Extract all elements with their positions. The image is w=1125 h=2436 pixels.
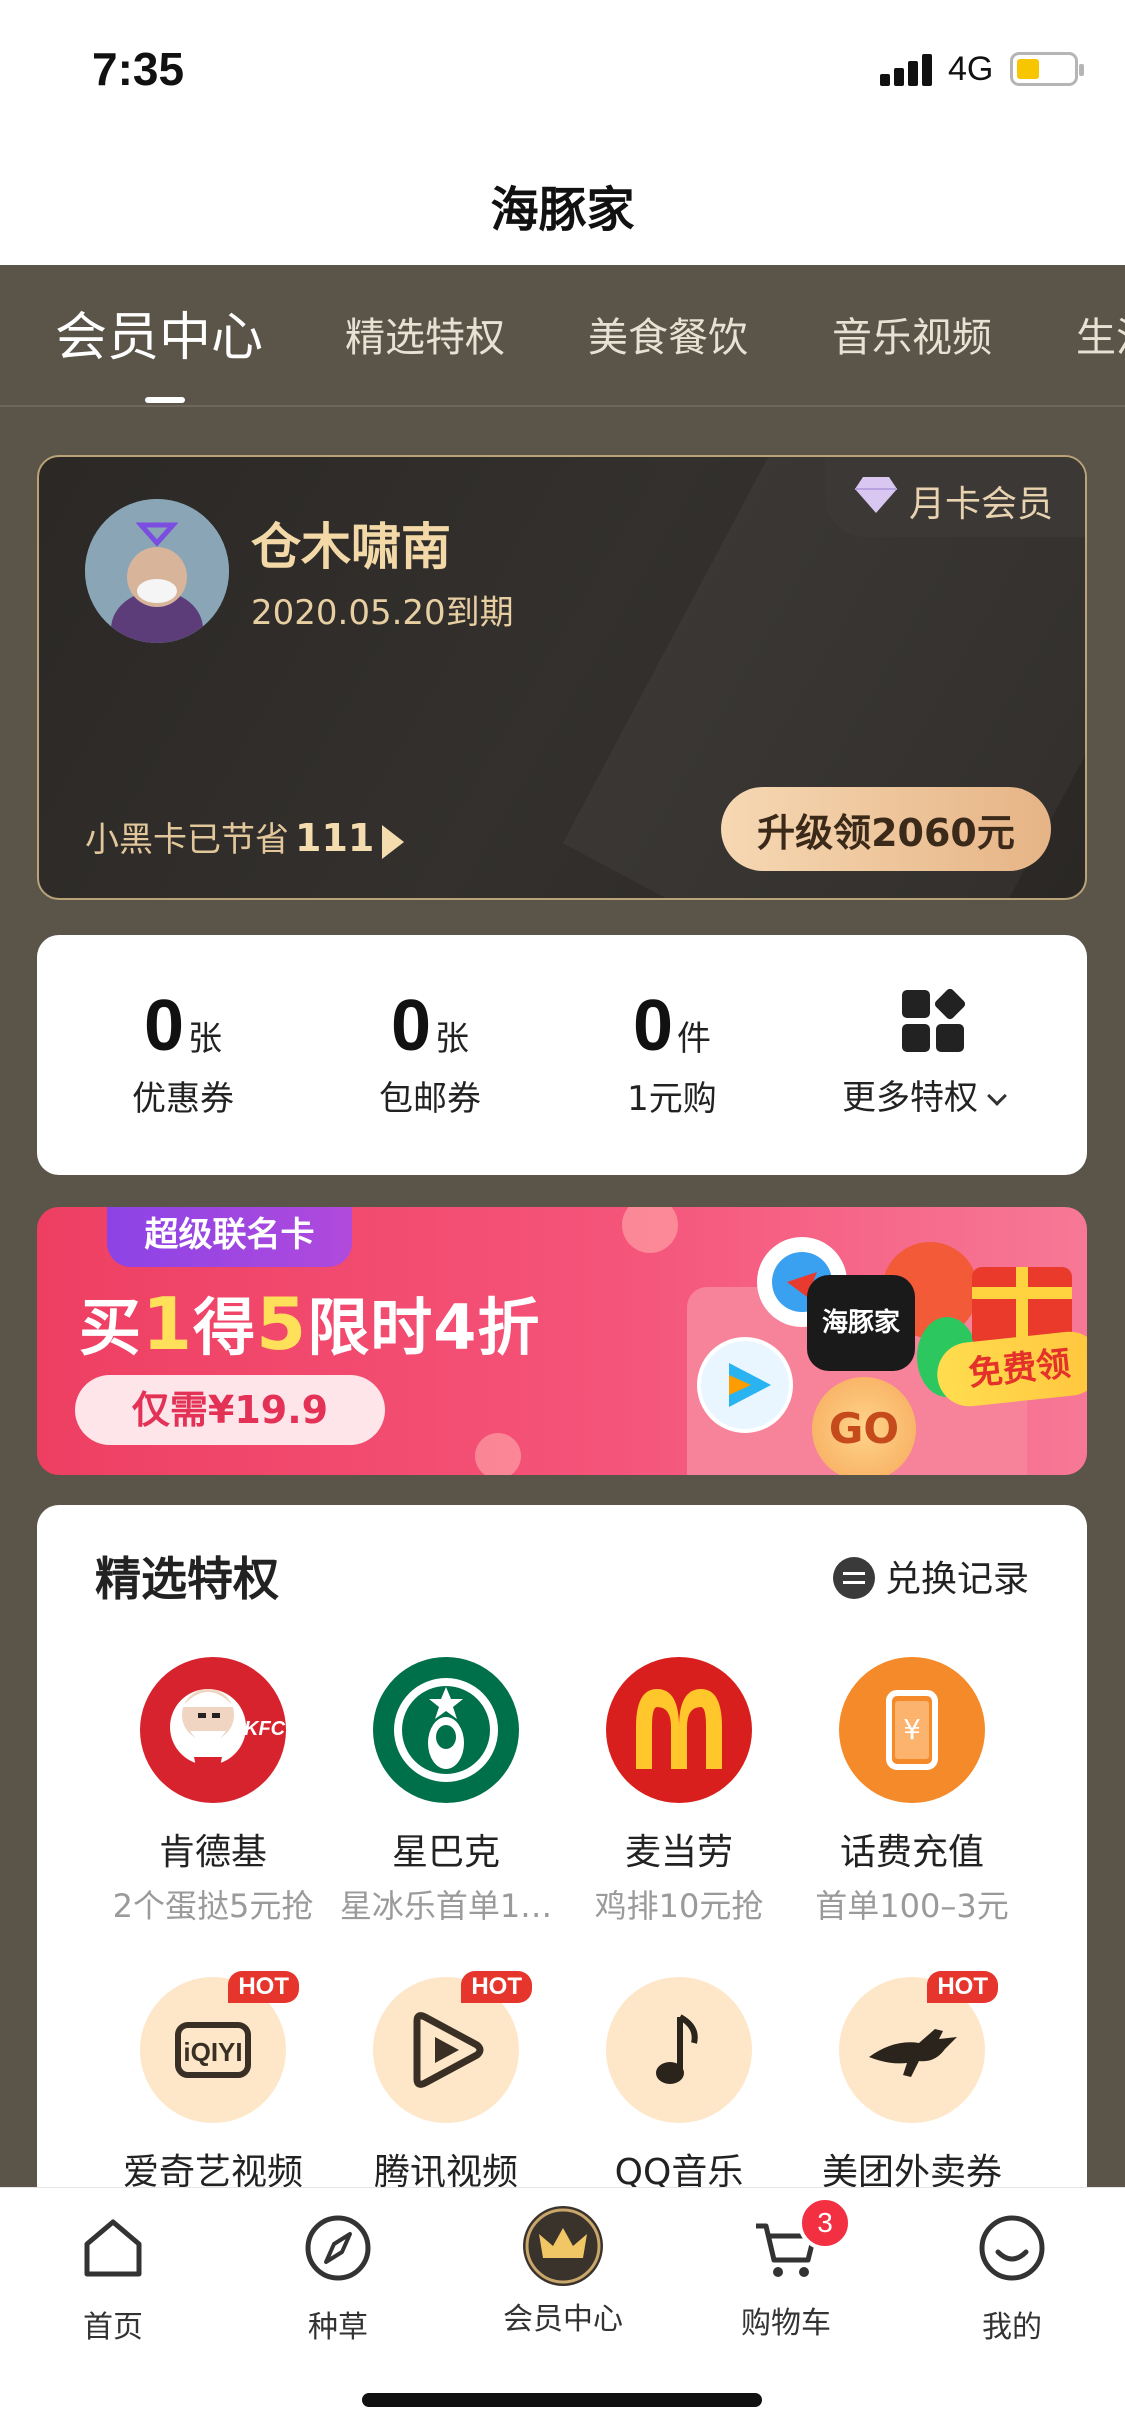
qq-music-logo bbox=[606, 1977, 752, 2123]
svg-text:¥: ¥ bbox=[903, 1713, 921, 1746]
tencent-video-icon bbox=[697, 1337, 793, 1433]
more-privileges[interactable]: 更多特权 bbox=[842, 1070, 1007, 1119]
free-shipping-stat[interactable]: 0张 包邮券 bbox=[350, 985, 510, 1120]
member-expiry: 2020.05.20到期 bbox=[251, 593, 514, 633]
privilege-meituan[interactable]: HOT 美团外卖券 bbox=[796, 1971, 1028, 2195]
hot-badge: HOT bbox=[461, 1971, 532, 2003]
one-yuan-count: 0 bbox=[632, 986, 674, 1066]
avatar[interactable] bbox=[85, 499, 229, 643]
play-arrow-icon bbox=[382, 824, 405, 859]
crown-icon bbox=[523, 2206, 603, 2286]
network-type: 4G bbox=[948, 50, 994, 88]
section-title: 精选特权 bbox=[95, 1552, 279, 1606]
tab-member-center[interactable]: 会员中心 bbox=[55, 295, 263, 370]
exchange-record-link[interactable]: 兑换记录 bbox=[832, 1550, 1029, 1602]
svg-text:KFC: KFC bbox=[244, 1718, 286, 1740]
tab-indicator bbox=[145, 397, 185, 403]
status-bar: 7:35 4G bbox=[0, 0, 1125, 140]
kfc-logo: KFC bbox=[140, 1657, 286, 1803]
privilege-starbucks[interactable]: 星巴克 星冰乐首单1… bbox=[330, 1657, 562, 1927]
privilege-mcdonalds[interactable]: 麦当劳 鸡排10元抢 bbox=[563, 1657, 795, 1927]
coupon-label: 优惠券 bbox=[132, 1079, 234, 1119]
tabbar-label: 我的 bbox=[982, 2310, 1042, 2345]
tabbar-member-center[interactable]: 会员中心 bbox=[483, 2206, 643, 2338]
member-name: 仓木啸南 bbox=[251, 518, 451, 576]
tabbar-profile[interactable]: 我的 bbox=[932, 2212, 1092, 2346]
exchange-record-label: 兑换记录 bbox=[884, 1559, 1029, 1600]
free-shipping-count: 0 bbox=[390, 986, 432, 1066]
exchange-icon bbox=[832, 1557, 875, 1599]
membership-badge-label: 月卡会员 bbox=[909, 484, 1054, 525]
haitun-logo: 海豚家 bbox=[807, 1275, 915, 1371]
nav-bar: 海豚家 bbox=[0, 140, 1125, 265]
status-time: 7:35 bbox=[92, 43, 185, 95]
savings-value: 111 bbox=[295, 816, 375, 860]
home-indicator bbox=[362, 2393, 762, 2407]
tabbar-home[interactable]: 首页 bbox=[33, 2212, 193, 2346]
tab-life[interactable]: 生活 bbox=[1076, 305, 1125, 363]
privilege-qq-music[interactable]: QQ音乐 bbox=[563, 1977, 795, 2195]
privilege-desc: 2个蛋挞5元抢 bbox=[112, 1887, 314, 1925]
savings-link[interactable]: 小黑卡已节省 111 bbox=[85, 812, 405, 861]
cart-container: 3 bbox=[750, 2196, 852, 2284]
coupon-count: 0 bbox=[143, 986, 185, 1066]
page-title: 海豚家 bbox=[490, 182, 635, 238]
privilege-name: 肯德基 bbox=[158, 1832, 267, 1873]
upgrade-button[interactable]: 升级领2060元 bbox=[721, 787, 1051, 871]
privilege-name: 话费充值 bbox=[839, 1832, 984, 1873]
free-shipping-unit: 张 bbox=[435, 1019, 470, 1059]
coupon-stat[interactable]: 0张 优惠券 bbox=[103, 985, 263, 1120]
diamond-icon bbox=[855, 477, 897, 513]
stats-card: 0张 优惠券 0张 包邮券 0件 1元购 更多特权 bbox=[37, 935, 1087, 1175]
smile-icon bbox=[979, 2215, 1045, 2281]
tab-food[interactable]: 美食餐饮 bbox=[588, 305, 748, 363]
signal-icon bbox=[880, 52, 936, 86]
tabbar-discover[interactable]: 种草 bbox=[258, 2212, 418, 2346]
cart-count-badge: 3 bbox=[798, 2196, 852, 2250]
tabbar-label: 种草 bbox=[308, 2310, 368, 2345]
mcdonalds-logo bbox=[606, 1657, 752, 1803]
chevron-down-icon bbox=[987, 1086, 1007, 1106]
one-yuan-label: 1元购 bbox=[627, 1079, 717, 1119]
banner-headline: 买1得5限时4折 bbox=[79, 1282, 541, 1366]
grid-icon[interactable] bbox=[902, 987, 967, 1054]
home-icon bbox=[84, 2219, 142, 2277]
savings-label: 小黑卡已节省 bbox=[85, 820, 289, 860]
tabbar-label: 购物车 bbox=[741, 2306, 831, 2341]
compass-icon bbox=[305, 2215, 371, 2281]
privilege-name: 麦当劳 bbox=[624, 1832, 733, 1873]
battery-icon bbox=[1010, 52, 1084, 86]
starbucks-logo bbox=[373, 1657, 519, 1803]
promo-banner[interactable]: 超级联名卡 买1得5限时4折 仅需¥19.9 海豚家 GO 免费领 bbox=[37, 1207, 1087, 1475]
privilege-phone-recharge[interactable]: ¥ 话费充值 首单100–3元 bbox=[796, 1657, 1028, 1927]
one-yuan-stat[interactable]: 0件 1元购 bbox=[592, 985, 752, 1120]
one-yuan-unit: 件 bbox=[677, 1019, 712, 1059]
privilege-name: 星巴克 bbox=[391, 1832, 500, 1873]
free-shipping-label: 包邮券 bbox=[379, 1079, 481, 1119]
tab-music-video[interactable]: 音乐视频 bbox=[832, 305, 992, 363]
svg-text:iQIYI: iQIYI bbox=[183, 2037, 242, 2067]
privilege-desc: 首单100–3元 bbox=[815, 1887, 1009, 1925]
privileges-section: 精选特权 兑换记录 KFC 肯德基 2个蛋挞5元抢 星巴克 星冰乐首单1… 麦当… bbox=[37, 1505, 1087, 2305]
banner-tag: 超级联名卡 bbox=[107, 1207, 352, 1267]
tabbar-label: 首页 bbox=[83, 2310, 143, 2345]
phone-recharge-icon: ¥ bbox=[839, 1657, 985, 1803]
privilege-iqiyi[interactable]: iQIYI HOT 爱奇艺视频 bbox=[97, 1971, 329, 2195]
banner-price: 仅需¥19.9 bbox=[75, 1375, 385, 1445]
tabbar-label: 会员中心 bbox=[503, 2302, 623, 2337]
privilege-desc: 星冰乐首单1… bbox=[339, 1887, 553, 1925]
more-privileges-label: 更多特权 bbox=[842, 1078, 978, 1118]
privilege-desc: 鸡排10元抢 bbox=[594, 1887, 764, 1925]
category-tabs: 会员中心 精选特权 美食餐饮 音乐视频 生活 bbox=[0, 265, 1125, 407]
membership-badge: 月卡会员 bbox=[825, 457, 1085, 537]
tab-selected-privileges[interactable]: 精选特权 bbox=[345, 305, 505, 363]
go-button[interactable]: GO bbox=[812, 1377, 916, 1475]
hot-badge: HOT bbox=[228, 1971, 299, 2003]
tabbar-cart[interactable]: 3 购物车 bbox=[706, 2196, 866, 2342]
privilege-tencent-video[interactable]: HOT 腾讯视频 bbox=[330, 1971, 562, 2195]
hot-badge: HOT bbox=[927, 1971, 998, 2003]
member-card[interactable]: 仓木啸南 2020.05.20到期 月卡会员 小黑卡已节省 111 升级领2060… bbox=[37, 455, 1087, 900]
coupon-unit: 张 bbox=[188, 1019, 223, 1059]
privilege-kfc[interactable]: KFC 肯德基 2个蛋挞5元抢 bbox=[97, 1657, 329, 1927]
